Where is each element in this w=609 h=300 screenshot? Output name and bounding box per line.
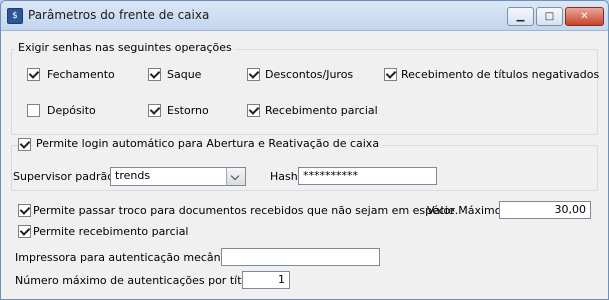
- recebimento-parcial-label: Permite recebimento parcial: [33, 225, 189, 238]
- recebimento-parcial-senha-label: Recebimento parcial: [265, 104, 378, 117]
- supervisor-label: Supervisor padrão:: [13, 170, 118, 183]
- supervisor-value: trends: [115, 169, 151, 182]
- supervisor-select[interactable]: trends: [110, 167, 246, 186]
- deposito-checkbox[interactable]: [27, 104, 40, 117]
- titulos-negativados-label: Recebimento de títulos negativados: [401, 68, 600, 81]
- login-automatico-checkbox[interactable]: [18, 138, 31, 151]
- recebimento-parcial-checkbox[interactable]: [18, 225, 31, 238]
- hash-input[interactable]: **********: [298, 167, 437, 185]
- window-title: Parâmetros do frente de caixa: [28, 8, 210, 22]
- recebimento-parcial-senha-checkbox[interactable]: [247, 104, 260, 117]
- estorno-label: Estorno: [167, 104, 209, 117]
- impressora-input[interactable]: [221, 248, 380, 266]
- fechamento-label: Fechamento: [47, 68, 115, 81]
- dialog-body: Exigir senhas nas seguintes operações Fe…: [7, 31, 602, 297]
- app-icon: $: [7, 8, 23, 24]
- senhas-group: [11, 49, 598, 135]
- autenticacoes-input[interactable]: 1: [242, 271, 290, 289]
- estorno-checkbox[interactable]: [148, 104, 161, 117]
- saque-checkbox[interactable]: [148, 68, 161, 81]
- chevron-down-icon[interactable]: [226, 168, 245, 185]
- autenticacoes-label: Número máximo de autenticações por títul…: [15, 274, 262, 287]
- descontos-label: Descontos/Juros: [265, 68, 354, 81]
- titulos-negativados-checkbox[interactable]: [384, 68, 397, 81]
- close-button[interactable]: ✕: [565, 7, 604, 26]
- hash-label: Hash:: [270, 170, 302, 183]
- minimize-button[interactable]: ▁: [507, 7, 534, 26]
- valor-maximo-label: Valor Máximo:: [427, 204, 506, 217]
- fechamento-checkbox[interactable]: [27, 68, 40, 81]
- saque-label: Saque: [167, 68, 202, 81]
- troco-checkbox[interactable]: [18, 204, 31, 217]
- senhas-legend: Exigir senhas nas seguintes operações: [15, 41, 235, 54]
- title-bar: $ Parâmetros do frente de caixa ▁ □ ✕: [1, 1, 608, 31]
- maximize-button[interactable]: □: [536, 7, 563, 26]
- descontos-checkbox[interactable]: [247, 68, 260, 81]
- impressora-label: Impressora para autenticação mecânica:: [15, 251, 241, 264]
- deposito-label: Depósito: [47, 104, 96, 117]
- login-automatico-label: Permite login automático para Abertura e…: [33, 137, 383, 150]
- valor-maximo-input[interactable]: 30,00: [499, 201, 591, 219]
- dialog-window: $ Parâmetros do frente de caixa ▁ □ ✕ Ex…: [0, 0, 609, 300]
- troco-label: Permite passar troco para documentos rec…: [33, 204, 459, 217]
